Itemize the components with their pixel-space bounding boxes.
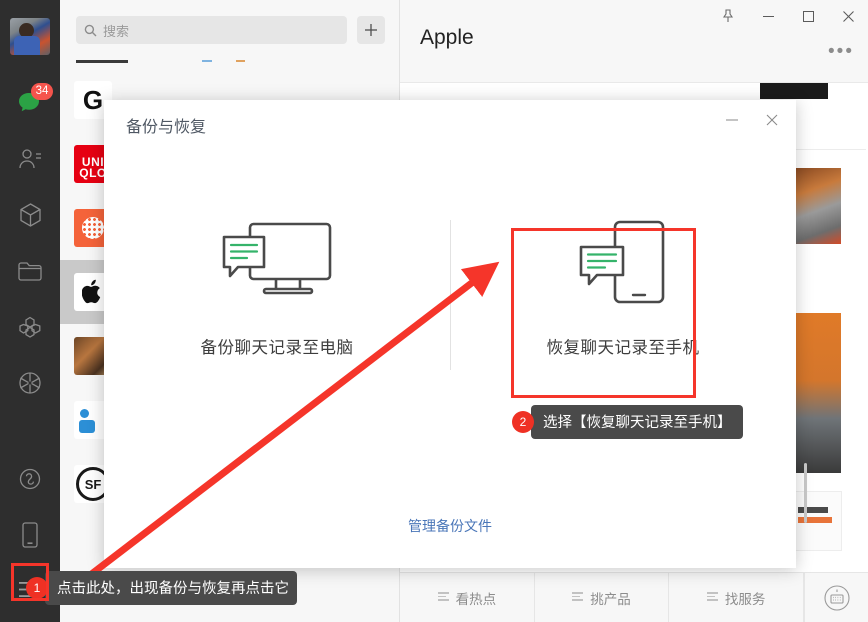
minimize-icon [726,119,738,121]
option-label: 恢复聊天记录至手机 [546,339,700,357]
dialog-close-button[interactable] [752,104,792,136]
annotation-step-1: 1 点击此处，出现备份与恢复再点击它 [26,571,297,605]
keyboard-icon [823,584,850,611]
step-number: 1 [26,577,48,599]
minimize-icon [762,15,774,17]
sidebar-item-files[interactable] [0,243,60,299]
plus-icon [365,24,377,36]
contacts-icon [19,149,41,168]
moments-icon [19,316,41,338]
rail-icon-list: 34 [0,55,60,563]
search-input[interactable]: 搜索 [76,16,347,44]
message-card-text [798,507,828,513]
message-image[interactable] [795,168,841,244]
conversation-tab-bar: 看热点 挑产品 找服务 [400,572,868,622]
maximize-icon [802,10,814,22]
option-restore-to-phone[interactable]: 恢复聊天记录至手机 [450,208,796,398]
tab-products[interactable]: 挑产品 [535,573,670,622]
step-text: 点击此处，出现备份与恢复再点击它 [45,571,297,605]
dialog-header: 备份与恢复 [104,100,796,146]
maximize-button[interactable] [788,0,828,32]
close-icon [842,10,854,22]
sidebar-item-channels[interactable] [0,355,60,411]
page-title: Apple [420,26,474,49]
miniprogram-icon [19,468,41,489]
left-rail: 34 [0,0,60,622]
close-icon [766,114,778,126]
dialog-title: 备份与恢复 [126,119,207,136]
sidebar-item-mini-programs[interactable] [0,451,60,507]
annotation-step-2: 2 选择【恢复聊天记录至手机】 [512,405,743,439]
chat-list-toolbar: 搜索 [60,0,399,60]
menu-lines-icon [572,592,584,603]
manage-backup-files-link[interactable]: 管理备份文件 [104,516,796,536]
phone-icon [22,522,38,548]
search-icon [84,24,97,36]
desktop-chat-icon [218,208,336,320]
sidebar-item-favorites[interactable] [0,187,60,243]
keyboard-toggle-button[interactable] [804,573,868,622]
more-options-button[interactable]: ••• [828,42,854,61]
tab-label: 找服务 [724,591,766,607]
window-controls [708,0,868,32]
sidebar-item-moments[interactable] [0,299,60,355]
dialog-minimize-button[interactable] [712,104,752,136]
sidebar-item-phone[interactable] [0,507,60,563]
message-image[interactable] [795,313,841,473]
step-number: 2 [512,411,534,433]
list-top-strip [60,60,399,68]
option-label: 备份聊天记录至电脑 [200,339,354,357]
minimize-button[interactable] [748,0,788,32]
folder-icon [18,262,42,281]
aperture-icon [19,372,41,394]
menu-lines-icon [437,592,449,603]
phone-chat-icon [571,208,675,320]
tab-label: 挑产品 [590,591,631,607]
tab-services[interactable]: 找服务 [669,573,805,622]
step-text: 选择【恢复聊天记录至手机】 [531,405,743,439]
dialog-options: 备份聊天记录至电脑 恢复聊天记录至手机 [104,208,796,398]
apple-logo-icon [82,279,101,304]
sidebar-item-chats[interactable]: 34 [0,75,60,131]
dialog-window-controls [712,104,792,136]
sidebar-item-contacts[interactable] [0,131,60,187]
tab-hotspots[interactable]: 看热点 [400,573,535,622]
box-icon [19,203,41,227]
unread-badge: 34 [31,82,53,100]
conversation-header: Apple ••• [400,0,868,82]
scroll-thumb[interactable] [804,463,807,523]
search-placeholder: 搜索 [103,23,130,39]
pin-icon [722,9,734,22]
backup-restore-dialog: 备份与恢复 备份聊天记录至电脑 恢复聊天记录至手机 管理备份文件 [104,100,796,568]
option-backup-to-computer[interactable]: 备份聊天记录至电脑 [104,208,450,398]
close-button[interactable] [828,0,868,32]
add-chat-button[interactable] [357,16,385,44]
message-image[interactable] [760,83,828,99]
menu-lines-icon [706,592,718,603]
pin-button[interactable] [708,0,748,32]
tab-label: 看热点 [455,591,497,607]
avatar[interactable] [10,18,50,55]
